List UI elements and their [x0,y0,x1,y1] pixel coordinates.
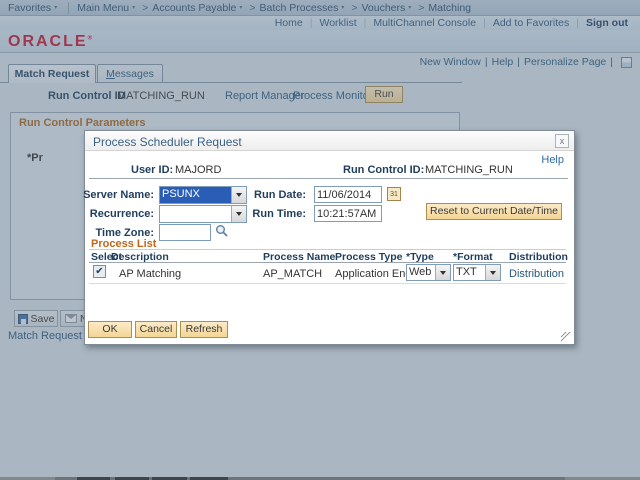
dropdown-arrow-icon[interactable] [435,265,450,280]
time-zone-input[interactable] [159,224,211,241]
calendar-prompt-icon[interactable]: 31 [387,187,401,201]
server-name-value: PSUNX [160,187,231,203]
server-name-label: Server Name: [83,189,154,201]
dialog-titlebar: Process Scheduler Request x [85,131,574,151]
dropdown-arrow-icon[interactable] [231,187,246,203]
user-id-value: MAJORD [175,164,222,176]
distribution-link[interactable]: Distribution [509,268,564,280]
user-id-label: User ID: [131,164,174,176]
recurrence-label: Recurrence: [89,208,154,220]
dialog-run-control-id-label: Run Control ID: [343,164,425,176]
resize-grip[interactable] [561,332,571,342]
recurrence-value [160,206,231,222]
screen: Favorites ▾ Main Menu ▾ > Accounts Payab… [0,0,640,480]
run-time-label: Run Time: [252,208,306,220]
cancel-button[interactable]: Cancel [135,321,177,338]
format-select[interactable]: TXT [453,264,501,281]
table-border [89,262,566,263]
dropdown-arrow-icon[interactable] [231,206,246,222]
table-border [89,249,566,250]
run-date-label: Run Date: [254,189,306,201]
format-value: TXT [456,266,477,278]
dialog-title: Process Scheduler Request [93,135,242,149]
process-select-checkbox[interactable]: ✔ [93,265,106,278]
table-border [89,283,566,284]
lookup-magnifier-icon[interactable] [215,224,229,238]
run-date-input[interactable] [314,186,382,203]
dropdown-arrow-icon[interactable] [485,265,500,280]
dialog-help-link[interactable]: Help [541,154,564,166]
reset-date-time-button[interactable]: Reset to Current Date/Time [426,203,562,220]
close-icon[interactable]: x [555,134,569,148]
type-select[interactable]: Web [406,264,451,281]
ok-button[interactable]: OK [88,321,132,338]
cell-process-name: AP_MATCH [263,268,323,280]
refresh-button[interactable]: Refresh [180,321,228,338]
type-value: Web [409,266,432,278]
dialog-divider [89,178,568,179]
cell-description: AP Matching [119,268,182,280]
dialog-run-control-id-value: MATCHING_RUN [425,164,513,176]
run-time-input[interactable] [314,205,382,222]
process-scheduler-request-dialog: Process Scheduler Request x Help User ID… [83,130,575,345]
recurrence-select[interactable] [159,205,247,223]
server-name-select[interactable]: PSUNX [159,186,247,204]
